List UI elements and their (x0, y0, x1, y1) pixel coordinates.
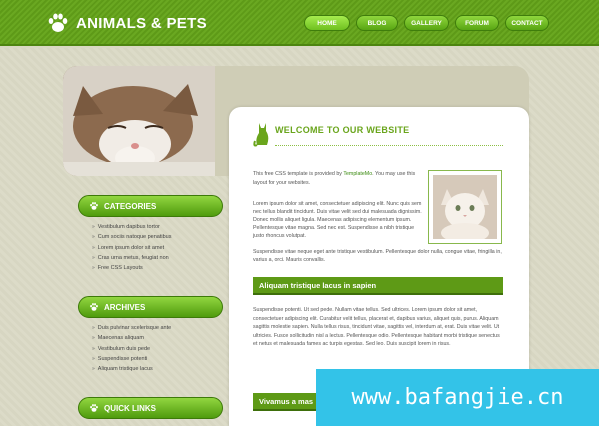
bullet-icon: » (92, 355, 95, 362)
paw-icon (90, 202, 98, 210)
categories-list: » Vestibulum dapibus tortor» Cum sociis na… (78, 222, 223, 273)
hero-cat-photo (63, 66, 215, 176)
sidebar-quick-links: QUICK LINKS (78, 397, 223, 419)
nav-forum-button[interactable]: FORUM (455, 15, 499, 31)
sleeping-cat-illustration (63, 66, 215, 176)
sidebar-link-label: Aliquam tristique lacus (97, 366, 153, 373)
welcome-title: WELCOME TO OUR WEBSITE (275, 125, 410, 135)
bullet-icon: » (92, 265, 95, 272)
sidebar-link[interactable]: » Free CSS Layouts (92, 263, 223, 273)
categories-header: CATEGORIES (78, 195, 223, 217)
sidebar-categories: CATEGORIES » Vestibulum dapibus tortor» Cu… (78, 195, 223, 273)
archives-header: ARCHIVES (78, 296, 223, 318)
paw-icon (48, 13, 68, 32)
main-nav: HOME BLOG GALLERY FORUM CONTACT (304, 15, 555, 31)
sidebar-link[interactable]: » Vestibulum duis pede (92, 344, 223, 354)
quick-links-header: QUICK LINKS (78, 397, 223, 419)
sidebar-link-label: Lorem ipsum dolor sit amet (97, 244, 165, 251)
sidebar-link-label: Cras urna metus, feugiat non (97, 254, 169, 261)
sidebar-link-label: Cum sociis natoque penatibus (97, 234, 172, 241)
sidebar-link-label: Suspendisse potenti (97, 355, 148, 362)
site-header: ANIMALS & PETS HOME BLOG GALLERY FORUM CONTA… (0, 0, 599, 46)
lorem-paragraph: Lorem ipsum dolor sit amet, consectetuer… (253, 201, 422, 240)
cat-silhouette-icon (253, 123, 269, 147)
cat-photo-frame (428, 170, 502, 244)
sidebar-link-label: Vestibulum duis pede (97, 345, 151, 352)
white-cat-illustration (433, 175, 497, 239)
bullet-icon: » (92, 224, 95, 230)
bullet-icon: » (92, 234, 95, 241)
templatemo-link[interactable]: TemplateMo (343, 171, 372, 177)
section-paragraph: Suspendisse potenti. Ut sed pede. Nullam… (253, 307, 500, 348)
categories-title: CATEGORIES (104, 201, 157, 211)
bullet-icon: » (92, 325, 95, 331)
sidebar-link-label: Duis pulvinar scelerisque ante (97, 325, 172, 331)
white-cat-photo (433, 175, 497, 239)
sidebar-link[interactable]: » Duis pulvinar scelerisque ante (92, 323, 223, 333)
quick-links-title: QUICK LINKS (104, 403, 156, 413)
site-logo[interactable]: ANIMALS & PETS (46, 11, 207, 35)
bullet-icon: » (92, 244, 95, 251)
title-divider (275, 145, 503, 146)
intro-text: This free CSS template is provided by (253, 171, 342, 177)
bullet-icon: » (92, 366, 95, 373)
sidebar-link-label: Free CSS Layouts (97, 265, 143, 272)
nav-contact-button[interactable]: CONTACT (505, 15, 549, 31)
archives-list: » Duis pulvinar scelerisque ante» Maecenas… (78, 323, 223, 374)
archives-title: ARCHIVES (104, 302, 146, 312)
sidebar-link[interactable]: » Aliquam tristique lacus (92, 364, 223, 374)
bullet-icon: » (92, 254, 95, 261)
paw-icon (90, 303, 98, 311)
nav-gallery-button[interactable]: GALLERY (404, 15, 449, 31)
sidebar-link[interactable]: » Cras urna metus, feugiat non (92, 253, 223, 263)
sidebar-link[interactable]: » Lorem ipsum dolor sit amet (92, 243, 223, 253)
site-title: ANIMALS & PETS (76, 14, 207, 32)
nav-blog-button[interactable]: BLOG (356, 15, 398, 31)
sidebar-link-label: Maecenas aliquam (97, 335, 144, 342)
sidebar-link[interactable]: » Vestibulum dapibus tortor (92, 222, 223, 232)
sidebar-link[interactable]: » Suspendisse potenti (92, 354, 223, 364)
sidebar-link[interactable]: » Maecenas aliquam (92, 333, 223, 343)
nav-home-button[interactable]: HOME (304, 15, 350, 31)
sidebar-link-label: Vestibulum dapibus tortor (97, 224, 160, 230)
section-heading-1: Aliquam tristique lacus in sapien (253, 277, 503, 295)
paw-icon (90, 404, 98, 412)
intro-paragraph: This free CSS template is provided by Te… (253, 170, 423, 189)
bullet-icon: » (92, 345, 95, 352)
sidebar-link[interactable]: » Cum sociis natoque penatibus (92, 232, 223, 242)
sidebar-archives: ARCHIVES » Duis pulvinar scelerisque ante… (78, 296, 223, 374)
lorem-paragraph-continued: Suspendisse vitae neque eget ante tristi… (253, 249, 502, 264)
watermark: www.bafangjie.cn (316, 369, 599, 426)
bullet-icon: » (92, 335, 95, 342)
